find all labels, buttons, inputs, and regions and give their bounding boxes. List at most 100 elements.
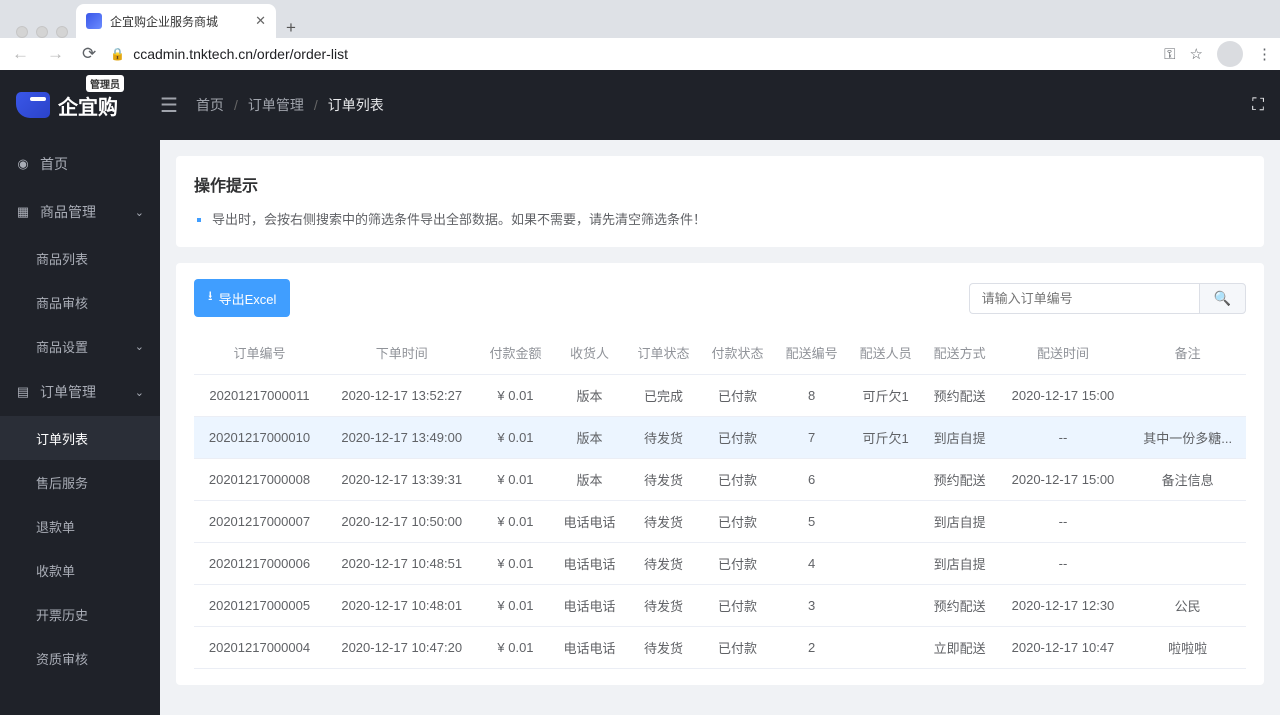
sidebar-item-qualification[interactable]: 资质审核 — [0, 636, 160, 680]
tips-title: 操作提示 — [194, 172, 1246, 196]
sidebar-label: 订单管理 — [40, 382, 96, 402]
table-cell: 已付款 — [701, 585, 775, 627]
column-header: 下单时间 — [325, 331, 479, 375]
dashboard-icon: ◉ — [16, 156, 30, 172]
table-cell: 20201217000006 — [194, 543, 325, 585]
new-tab-button[interactable]: + — [276, 18, 306, 38]
download-icon: ⭳ — [208, 287, 213, 309]
table-cell: ¥ 0.01 — [478, 459, 552, 501]
table-row[interactable]: 202012170000072020-12-17 10:50:00¥ 0.01电… — [194, 501, 1246, 543]
table-cell: 20201217000011 — [194, 375, 325, 417]
tab-title: 企宜购企业服务商城 — [110, 13, 247, 30]
table-cell: 20201217000010 — [194, 417, 325, 459]
table-cell: 其中一份多糖... — [1129, 417, 1246, 459]
chevron-down-icon: ⌄ — [135, 386, 144, 399]
sidebar-item-after-sale[interactable]: 售后服务 — [0, 460, 160, 504]
sidebar-item-goods[interactable]: ▦ 商品管理 ⌄ — [0, 188, 160, 236]
app-header: 管理员 企宜购 ☰ 首页 / 订单管理 / 订单列表 ⛶ — [0, 70, 1280, 140]
sidebar-item-invoice[interactable]: 开票历史 — [0, 592, 160, 636]
table-cell: 备注信息 — [1129, 459, 1246, 501]
address-bar[interactable]: 🔒 ccadmin.tnktech.cn/order/order-list — [110, 46, 1154, 62]
table-cell: 待发货 — [627, 585, 701, 627]
table-cell: 2 — [775, 627, 849, 669]
orders-table: 订单编号下单时间付款金额收货人订单状态付款状态配送编号配送人员配送方式配送时间备… — [194, 331, 1246, 669]
profile-avatar[interactable] — [1217, 41, 1243, 67]
table-cell — [1129, 543, 1246, 585]
close-tab-icon[interactable]: ✕ — [255, 13, 266, 29]
search-icon: 🔍 — [1214, 290, 1231, 306]
table-cell: 版本 — [552, 375, 626, 417]
fullscreen-icon[interactable]: ⛶ — [1252, 95, 1264, 115]
table-cell: 电话电话 — [552, 585, 626, 627]
table-cell: 2020-12-17 10:47:20 — [325, 627, 479, 669]
breadcrumb-section[interactable]: 订单管理 — [248, 95, 304, 115]
export-button[interactable]: ⭳ 导出Excel — [194, 279, 290, 317]
minimize-window-icon[interactable] — [36, 26, 48, 38]
table-cell: 到店自提 — [923, 543, 997, 585]
close-window-icon[interactable] — [16, 26, 28, 38]
sidebar-item-goods-list[interactable]: 商品列表 — [0, 236, 160, 280]
table-cell: 预约配送 — [923, 585, 997, 627]
logo-label: 企宜购 — [58, 97, 118, 119]
reload-button[interactable]: ⟳ — [78, 40, 100, 68]
url-text: ccadmin.tnktech.cn/order/order-list — [133, 46, 348, 62]
maximize-window-icon[interactable] — [56, 26, 68, 38]
search-button[interactable]: 🔍 — [1199, 283, 1246, 314]
table-cell: 电话电话 — [552, 543, 626, 585]
column-header: 付款金额 — [478, 331, 552, 375]
sidebar-toggle-icon[interactable]: ☰ — [160, 93, 178, 118]
table-cell: 版本 — [552, 417, 626, 459]
column-header: 配送时间 — [997, 331, 1130, 375]
browser-tab[interactable]: 企宜购企业服务商城 ✕ — [76, 4, 276, 38]
sidebar-item-order-list[interactable]: 订单列表 — [0, 416, 160, 460]
forward-button[interactable]: → — [43, 40, 68, 68]
breadcrumb-current: 订单列表 — [328, 95, 384, 115]
table-panel: ⭳ 导出Excel 🔍 订单编号下单时间付款金额收货人订单状态付款状态配送编号配… — [176, 263, 1264, 685]
column-header: 收货人 — [552, 331, 626, 375]
table-cell: 已付款 — [701, 627, 775, 669]
table-row[interactable]: 202012170000082020-12-17 13:39:31¥ 0.01版… — [194, 459, 1246, 501]
sidebar: ◉ 首页 ▦ 商品管理 ⌄ 商品列表 商品审核 商品设置⌄ ▤ 订单管理 ⌄ 订… — [0, 140, 160, 715]
grid-icon: ▦ — [16, 204, 30, 220]
chevron-down-icon: ⌄ — [135, 340, 144, 353]
table-cell: 预约配送 — [923, 375, 997, 417]
back-button[interactable]: ← — [8, 40, 33, 68]
sidebar-item-refund[interactable]: 退款单 — [0, 504, 160, 548]
sidebar-item-order[interactable]: ▤ 订单管理 ⌄ — [0, 368, 160, 416]
table-row[interactable]: 202012170000042020-12-17 10:47:20¥ 0.01电… — [194, 627, 1246, 669]
table-cell: 2020-12-17 15:00 — [997, 375, 1130, 417]
breadcrumb-home[interactable]: 首页 — [196, 95, 224, 115]
logo[interactable]: 管理员 企宜购 — [16, 91, 160, 120]
column-header: 订单状态 — [627, 331, 701, 375]
table-cell: 已完成 — [627, 375, 701, 417]
search-input[interactable] — [969, 283, 1199, 314]
table-cell: 可斤欠1 — [849, 375, 923, 417]
column-header: 订单编号 — [194, 331, 325, 375]
table-row[interactable]: 202012170000112020-12-17 13:52:27¥ 0.01版… — [194, 375, 1246, 417]
more-menu-icon[interactable]: ⋮ — [1257, 45, 1272, 63]
table-row[interactable]: 202012170000102020-12-17 13:49:00¥ 0.01版… — [194, 417, 1246, 459]
table-row[interactable]: 202012170000052020-12-17 10:48:01¥ 0.01电… — [194, 585, 1246, 627]
table-row[interactable]: 202012170000062020-12-17 10:48:51¥ 0.01电… — [194, 543, 1246, 585]
sidebar-item-receipt[interactable]: 收款单 — [0, 548, 160, 592]
table-cell: 2020-12-17 10:47 — [997, 627, 1130, 669]
sidebar-item-home[interactable]: ◉ 首页 — [0, 140, 160, 188]
table-cell: 2020-12-17 12:30 — [997, 585, 1130, 627]
table-cell: 20201217000007 — [194, 501, 325, 543]
table-cell: -- — [997, 501, 1130, 543]
breadcrumb: 首页 / 订单管理 / 订单列表 — [196, 95, 384, 115]
table-cell — [1129, 375, 1246, 417]
sidebar-label: 商品管理 — [40, 202, 96, 222]
table-cell: ¥ 0.01 — [478, 585, 552, 627]
key-icon[interactable]: ⚿ — [1164, 46, 1175, 63]
sidebar-item-goods-review[interactable]: 商品审核 — [0, 280, 160, 324]
table-cell: 待发货 — [627, 459, 701, 501]
sidebar-item-goods-settings[interactable]: 商品设置⌄ — [0, 324, 160, 368]
table-cell: 2020-12-17 10:48:01 — [325, 585, 479, 627]
table-cell: 已付款 — [701, 501, 775, 543]
tips-panel: 操作提示 导出时，会按右侧搜索中的筛选条件导出全部数据。如果不需要，请先清空筛选… — [176, 156, 1264, 247]
browser-chrome: 企宜购企业服务商城 ✕ + ← → ⟳ 🔒 ccadmin.tnktech.cn… — [0, 0, 1280, 70]
table-cell: 5 — [775, 501, 849, 543]
column-header: 付款状态 — [701, 331, 775, 375]
bookmark-icon[interactable]: ☆ — [1190, 45, 1203, 63]
